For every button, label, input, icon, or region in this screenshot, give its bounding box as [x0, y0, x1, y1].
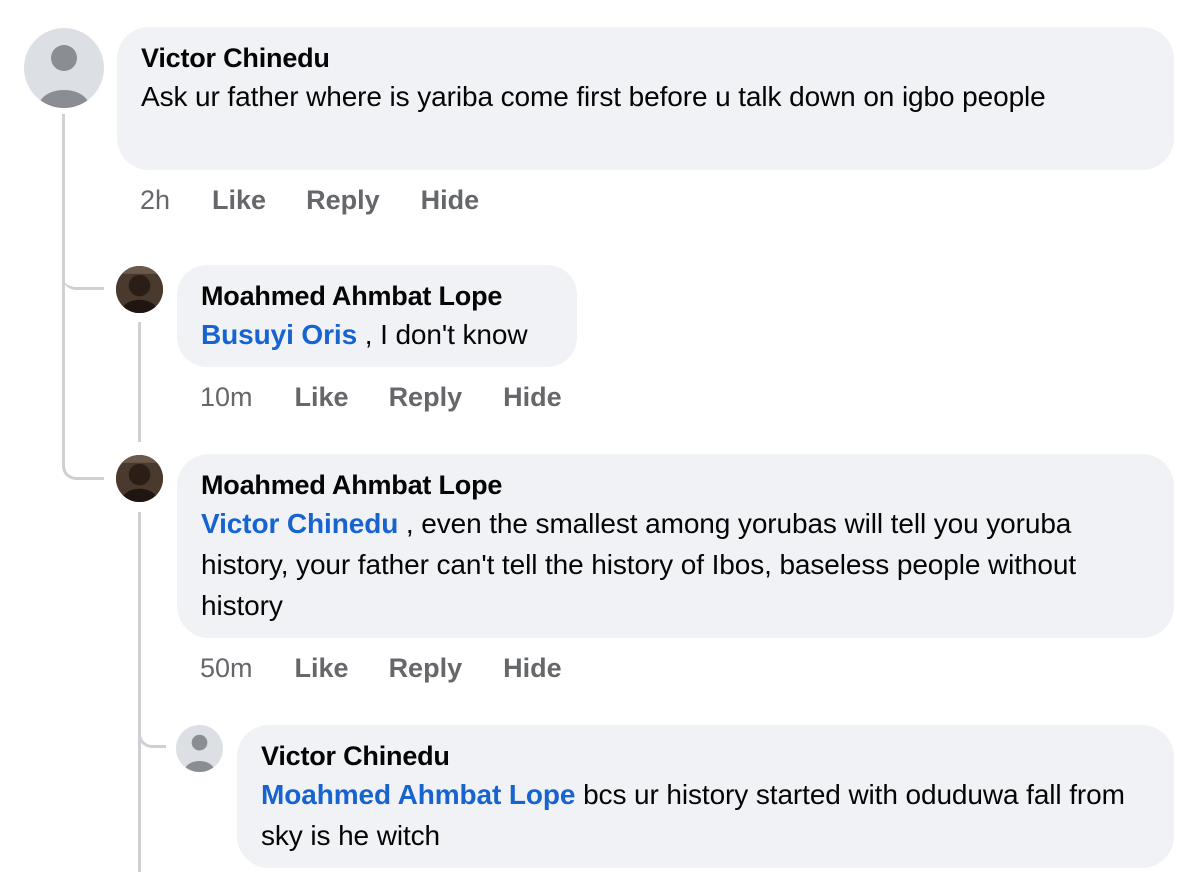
comment-text: Moahmed Ahmbat Lope bcs ur history start… [261, 774, 1150, 856]
default-avatar-icon[interactable] [176, 725, 223, 772]
comment-timestamp[interactable]: 50m [200, 653, 253, 684]
comment-timestamp[interactable]: 10m [200, 382, 253, 413]
reply-button[interactable]: Reply [389, 653, 463, 684]
comment-actions: 10m Like Reply Hide [200, 379, 562, 415]
comment-author[interactable]: Victor Chinedu [261, 739, 1150, 773]
reply-button[interactable]: Reply [306, 185, 380, 216]
comment-bubble: Victor Chinedu Moahmed Ahmbat Lope bcs u… [237, 725, 1174, 868]
hide-button[interactable]: Hide [503, 382, 562, 413]
comment-author[interactable]: Moahmed Ahmbat Lope [201, 468, 1150, 502]
comment-text: Victor Chinedu , even the smallest among… [201, 503, 1150, 626]
thread-line-reply-1 [138, 322, 141, 442]
comment-author[interactable]: Victor Chinedu [141, 41, 1150, 75]
like-button[interactable]: Like [295, 653, 349, 684]
thread-elbow-reply-3 [138, 712, 166, 748]
comment-body: , I don't know [357, 319, 528, 350]
profile-photo[interactable] [116, 266, 163, 313]
thread-line-reply-2 [138, 512, 141, 872]
mention-link[interactable]: Moahmed Ahmbat Lope [261, 779, 576, 810]
mention-link[interactable]: Victor Chinedu [201, 508, 398, 539]
mention-link[interactable]: Busuyi Oris [201, 319, 357, 350]
reply-button[interactable]: Reply [389, 382, 463, 413]
comment-actions: 50m Like Reply Hide [200, 650, 562, 686]
thread-elbow-reply-1 [62, 250, 104, 290]
comment-bubble: Moahmed Ahmbat Lope Victor Chinedu , eve… [177, 454, 1174, 638]
comment-bubble: Victor Chinedu Ask ur father where is ya… [117, 27, 1174, 170]
comment-text: Ask ur father where is yariba come first… [141, 81, 1046, 112]
like-button[interactable]: Like [212, 185, 266, 216]
comment-author[interactable]: Moahmed Ahmbat Lope [201, 279, 553, 313]
profile-photo[interactable] [116, 455, 163, 502]
default-avatar-icon[interactable] [24, 28, 104, 108]
like-button[interactable]: Like [295, 382, 349, 413]
hide-button[interactable]: Hide [421, 185, 480, 216]
comment-bubble: Moahmed Ahmbat Lope Busuyi Oris , I don'… [177, 265, 577, 367]
thread-elbow-reply-2 [62, 440, 104, 480]
hide-button[interactable]: Hide [503, 653, 562, 684]
comment-timestamp[interactable]: 2h [140, 185, 170, 216]
comment-actions: 2h Like Reply Hide [140, 182, 479, 218]
comment-text: Busuyi Oris , I don't know [201, 314, 553, 355]
